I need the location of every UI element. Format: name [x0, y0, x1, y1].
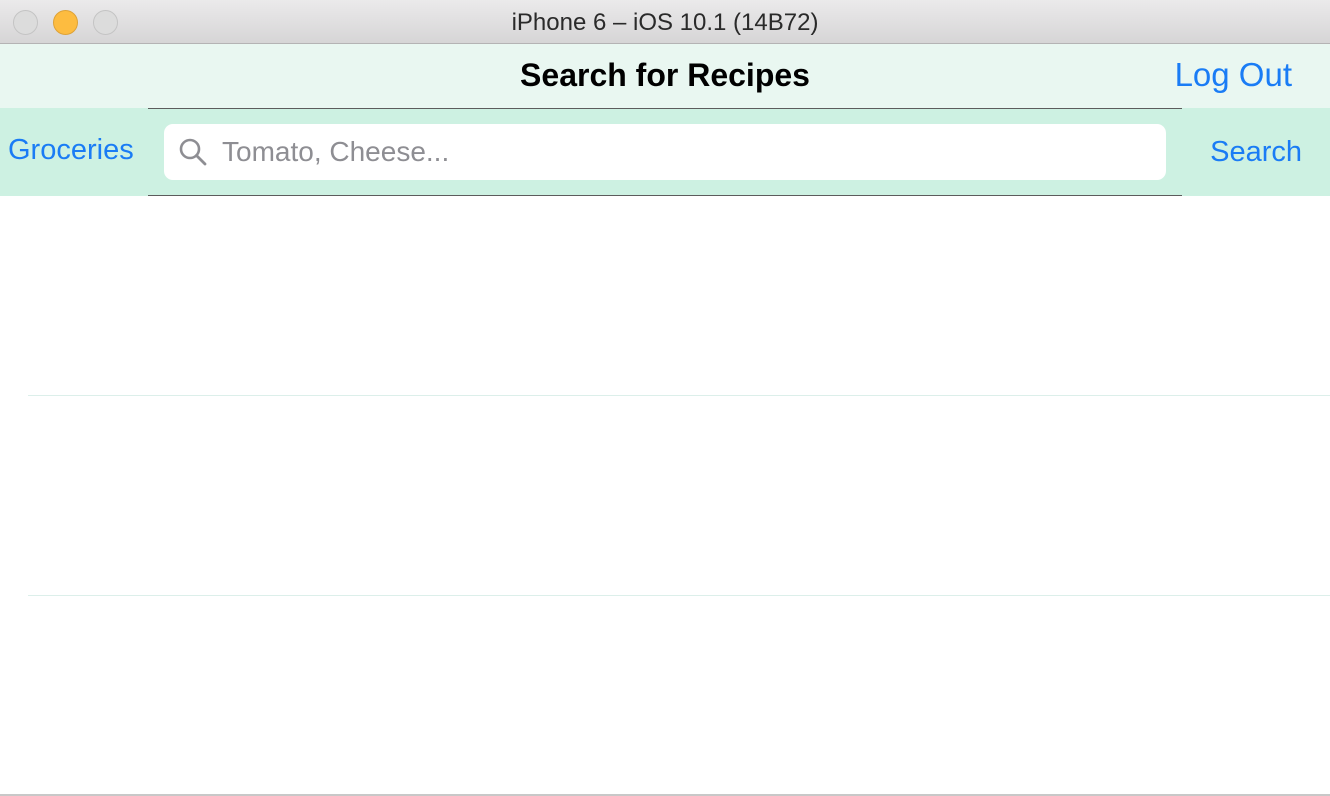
navigation-bar: Search for Recipes Log Out — [0, 44, 1330, 108]
log-out-button[interactable]: Log Out — [1175, 56, 1292, 94]
groceries-button[interactable]: Groceries — [8, 133, 134, 167]
window-title: iPhone 6 – iOS 10.1 (14B72) — [511, 9, 819, 36]
page-title: Search for Recipes — [520, 57, 810, 93]
search-bar — [148, 108, 1182, 196]
search-field[interactable] — [164, 124, 1166, 180]
search-icon — [179, 138, 207, 166]
search-button[interactable]: Search — [1210, 135, 1302, 169]
recipe-results-table[interactable] — [0, 196, 1330, 794]
table-row[interactable] — [0, 596, 1330, 796]
window-titlebar: iPhone 6 – iOS 10.1 (14B72) — [0, 0, 1330, 44]
search-input[interactable] — [222, 124, 1152, 180]
table-row[interactable] — [0, 196, 1330, 396]
table-row[interactable] — [0, 396, 1330, 596]
search-bar-row: Groceries Search — [0, 108, 1330, 196]
